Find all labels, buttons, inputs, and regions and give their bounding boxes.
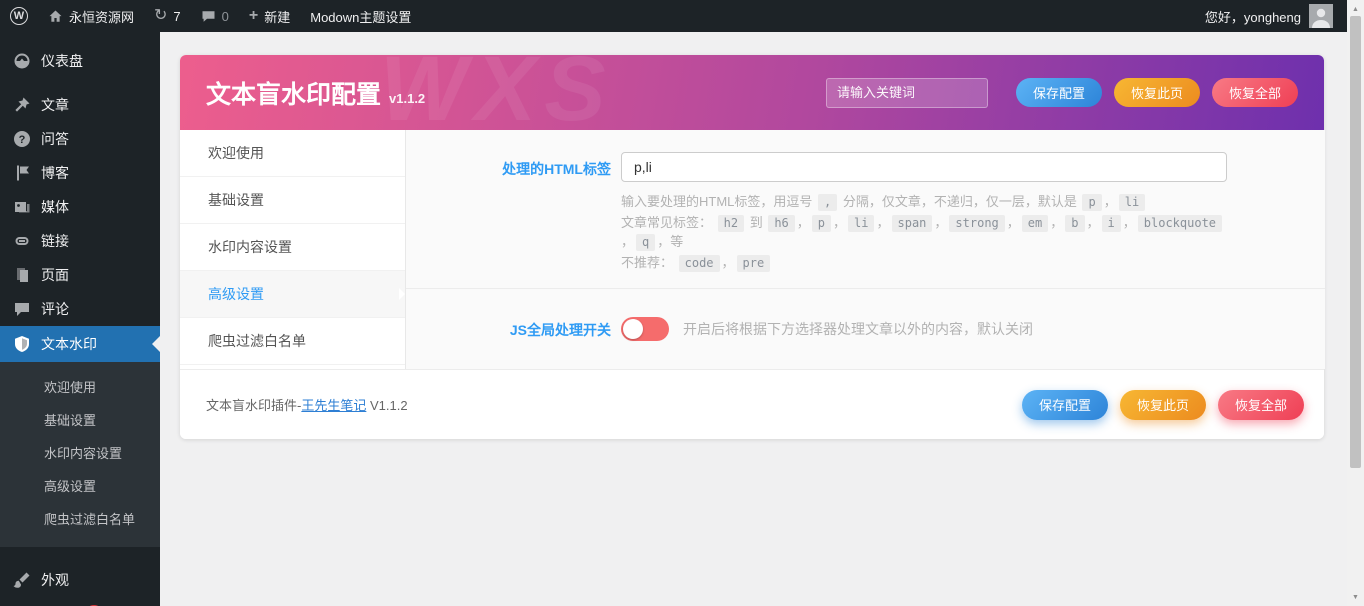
comments-count: 0	[222, 9, 229, 24]
sidebar-item-appearance[interactable]: 外观	[0, 563, 160, 597]
sidebar-item-label: 页面	[41, 265, 69, 285]
pages-icon	[12, 266, 31, 285]
watermark-submenu: 欢迎使用 基础设置 水印内容设置 高级设置 爬虫过滤白名单	[0, 362, 160, 547]
settings-card: WXS 文本盲水印配置 v1.1.2 保存配置 恢复此页 恢复全部 欢迎使用 基…	[180, 55, 1324, 439]
sidebar-item-text-watermark[interactable]: 文本水印	[0, 326, 160, 362]
wordpress-menu[interactable]: W	[0, 0, 38, 32]
settings-footer: 文本盲水印插件-王先生笔记 V1.1.2 保存配置 恢复此页 恢复全部	[180, 369, 1324, 439]
home-icon	[48, 9, 63, 24]
author-link[interactable]: 王先生笔记	[301, 398, 366, 413]
settings-tab-column: 欢迎使用 基础设置 水印内容设置 高级设置 爬虫过滤白名单	[180, 130, 406, 369]
sidebar-item-label: 仪表盘	[41, 51, 83, 71]
save-config-button-footer[interactable]: 保存配置	[1022, 390, 1108, 420]
restore-all-button[interactable]: 恢复全部	[1212, 78, 1298, 107]
scrollbar-thumb[interactable]	[1350, 16, 1361, 468]
settings-header: WXS 文本盲水印配置 v1.1.2 保存配置 恢复此页 恢复全部	[180, 55, 1324, 130]
sidebar-item-dashboard[interactable]: 仪表盘	[0, 44, 160, 78]
greeting-text: 您好，yongheng	[1205, 7, 1301, 26]
admin-bar: W 永恒资源网 ↻ 7 0 + 新建 Modown主题设置 您好，yonghen…	[0, 0, 1347, 32]
updates-count: 7	[173, 9, 180, 24]
site-name: 永恒资源网	[69, 7, 134, 26]
html-tags-desc-line1: 输入要处理的HTML标签，用逗号 , 分隔，仅文章，不递归，仅一层，默认是 p，…	[621, 192, 1227, 211]
js-switch-label: JS全局处理开关	[406, 317, 611, 341]
admin-sidebar: 仪表盘 文章 ? 问答 博客 媒体 链接 页面 评论 文本水印 欢迎使用 基础设…	[0, 32, 160, 606]
submenu-basic-settings[interactable]: 基础设置	[0, 403, 160, 436]
person-icon	[1309, 4, 1333, 28]
page-version: v1.1.2	[389, 91, 425, 106]
theme-settings-menu[interactable]: Modown主题设置	[300, 0, 421, 32]
sidebar-item-label: 博客	[41, 163, 69, 183]
sidebar-item-label: 文本水印	[41, 334, 97, 354]
site-link[interactable]: 永恒资源网	[38, 0, 144, 32]
link-icon	[12, 232, 31, 251]
avatar	[1309, 4, 1333, 28]
html-tags-label: 处理的HTML标签	[406, 152, 611, 272]
credit-prefix: 文本盲水印插件-	[206, 398, 301, 413]
sidebar-item-label: 链接	[41, 231, 69, 251]
comment-icon	[201, 9, 216, 24]
dashboard-icon	[12, 52, 31, 71]
submenu-welcome[interactable]: 欢迎使用	[0, 370, 160, 403]
credit-version: V1.1.2	[366, 398, 407, 413]
keyword-search-input[interactable]	[826, 78, 988, 108]
sidebar-item-comments[interactable]: 评论	[0, 292, 160, 326]
sidebar-item-plugins[interactable]: 插件 3	[0, 597, 160, 606]
tab-welcome[interactable]: 欢迎使用	[180, 130, 405, 177]
html-tags-desc-line2: 文章常见标签： h2 到 h6，p，li，span，strong，em，b，i，…	[621, 213, 1227, 251]
html-tags-row: 处理的HTML标签 输入要处理的HTML标签，用逗号 , 分隔，仅文章，不递归，…	[406, 130, 1325, 288]
question-circle-icon: ?	[12, 130, 31, 149]
sidebar-item-posts[interactable]: 文章	[0, 88, 160, 122]
sidebar-item-links[interactable]: 链接	[0, 224, 160, 258]
tab-advanced-settings[interactable]: 高级设置	[180, 271, 405, 318]
new-label: 新建	[264, 7, 290, 26]
restore-page-button[interactable]: 恢复此页	[1114, 78, 1200, 107]
updates-icon: ↻	[154, 8, 167, 24]
plus-icon: +	[249, 8, 258, 24]
page-scrollbar[interactable]: ▲ ▼	[1347, 0, 1364, 606]
shield-icon	[12, 335, 31, 354]
pushpin-icon	[12, 96, 31, 115]
tab-basic-settings[interactable]: 基础设置	[180, 177, 405, 224]
html-tags-input[interactable]	[621, 152, 1227, 182]
brush-icon	[12, 571, 31, 590]
settings-content: 处理的HTML标签 输入要处理的HTML标签，用逗号 , 分隔，仅文章，不递归，…	[406, 130, 1325, 369]
account-menu[interactable]: 您好，yongheng	[1205, 0, 1347, 32]
wordpress-logo-icon: W	[10, 7, 28, 25]
submenu-watermark-content[interactable]: 水印内容设置	[0, 436, 160, 469]
scroll-up-arrow[interactable]: ▲	[1347, 2, 1364, 16]
plugin-credit: 文本盲水印插件-王先生笔记 V1.1.2	[206, 395, 408, 414]
sidebar-item-label: 媒体	[41, 197, 69, 217]
submenu-crawler-whitelist[interactable]: 爬虫过滤白名单	[0, 502, 160, 535]
sidebar-item-media[interactable]: 媒体	[0, 190, 160, 224]
updates-menu[interactable]: ↻ 7	[144, 0, 191, 32]
comment-icon	[12, 300, 31, 319]
sidebar-item-label: 文章	[41, 95, 69, 115]
sidebar-item-qa[interactable]: ? 问答	[0, 122, 160, 156]
media-icon	[12, 198, 31, 217]
new-content-menu[interactable]: + 新建	[239, 0, 300, 32]
restore-page-button-footer[interactable]: 恢复此页	[1120, 390, 1206, 420]
flag-icon	[12, 164, 31, 183]
main-area: WXS 文本盲水印配置 v1.1.2 保存配置 恢复此页 恢复全部 欢迎使用 基…	[160, 32, 1347, 606]
js-switch-desc: 开启后将根据下方选择器处理文章以外的内容，默认关闭	[683, 319, 1033, 339]
sidebar-item-label: 问答	[41, 129, 69, 149]
comments-menu[interactable]: 0	[191, 0, 239, 32]
tab-crawler-whitelist[interactable]: 爬虫过滤白名单	[180, 318, 405, 365]
sidebar-item-blog[interactable]: 博客	[0, 156, 160, 190]
svg-text:?: ?	[18, 134, 25, 146]
theme-settings-label: Modown主题设置	[310, 7, 411, 26]
js-switch-row: JS全局处理开关 开启后将根据下方选择器处理文章以外的内容，默认关闭	[406, 289, 1325, 369]
scroll-down-arrow[interactable]: ▼	[1347, 590, 1364, 604]
sidebar-item-label: 评论	[41, 299, 69, 319]
save-config-button[interactable]: 保存配置	[1016, 78, 1102, 107]
page-title: 文本盲水印配置	[206, 75, 381, 111]
sidebar-item-pages[interactable]: 页面	[0, 258, 160, 292]
html-tags-desc-line3: 不推荐： code，pre	[621, 253, 1227, 272]
sidebar-item-label: 外观	[41, 570, 69, 590]
restore-all-button-footer[interactable]: 恢复全部	[1218, 390, 1304, 420]
submenu-advanced-settings[interactable]: 高级设置	[0, 469, 160, 502]
toggle-knob	[623, 319, 643, 339]
js-global-toggle[interactable]	[621, 317, 669, 341]
tab-watermark-content[interactable]: 水印内容设置	[180, 224, 405, 271]
